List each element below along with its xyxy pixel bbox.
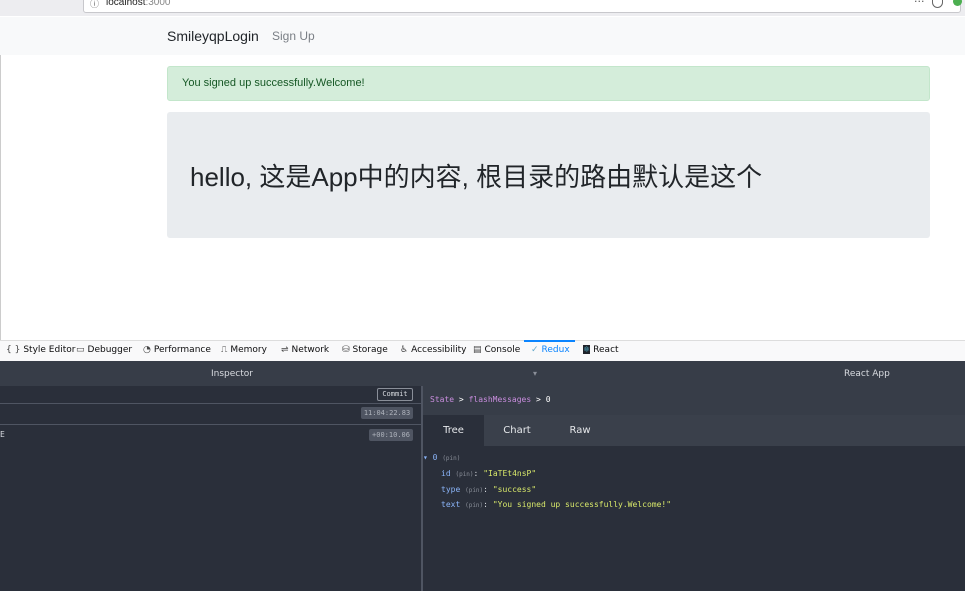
tab-performance[interactable]: ◔ Performance bbox=[143, 345, 211, 355]
tab-accessibility[interactable]: ♿ Accessibility bbox=[400, 345, 466, 355]
alert-message: You signed up successfully.Welcome! bbox=[182, 77, 365, 89]
redux-panel-header bbox=[0, 361, 965, 386]
storage-icon: ⛁ bbox=[342, 345, 350, 355]
inspector-title[interactable]: Inspector bbox=[211, 369, 253, 379]
breadcrumb: State > flashMessages > 0 bbox=[430, 395, 551, 404]
breadcrumb-state[interactable]: State bbox=[430, 395, 454, 404]
tab-debugger[interactable]: ▭ Debugger bbox=[76, 345, 132, 355]
network-icon: ⇌ bbox=[281, 345, 289, 355]
url-input[interactable] bbox=[83, 0, 961, 13]
more-icon[interactable]: ··· bbox=[914, 0, 925, 8]
expand-arrow-icon[interactable]: ▾ bbox=[423, 453, 428, 462]
tab-storage[interactable]: ⛁ Storage bbox=[342, 345, 388, 355]
action-time: 11:04:22.83 bbox=[361, 407, 413, 419]
tab-redux[interactable]: ✓ Redux bbox=[531, 345, 570, 355]
accessibility-icon: ♿ bbox=[400, 345, 409, 355]
info-icon[interactable]: ⓘ bbox=[90, 0, 99, 10]
action-item-name[interactable]: E bbox=[0, 430, 5, 439]
action-list bbox=[0, 386, 421, 591]
instance-selector[interactable]: React App bbox=[844, 369, 890, 379]
signup-link[interactable]: Sign Up bbox=[272, 29, 315, 43]
breadcrumb-index: 0 bbox=[545, 395, 551, 404]
tree-node-root[interactable]: ▾ 0 (pin) bbox=[423, 453, 460, 462]
performance-icon: ◔ bbox=[143, 345, 151, 355]
success-alert: You signed up successfully.Welcome! bbox=[167, 66, 930, 101]
tab-react[interactable]: ⚛ React bbox=[583, 345, 619, 355]
divider bbox=[0, 55, 1, 340]
jumbotron-heading: hello, 这是App中的内容, 根目录的路由默认是这个 bbox=[190, 162, 763, 192]
tree-node[interactable]: text (pin): "You signed up successfully.… bbox=[441, 500, 671, 509]
tree-node[interactable]: type (pin): "success" bbox=[441, 485, 536, 494]
tab-memory[interactable]: ⎍ Memory bbox=[221, 345, 267, 355]
navbar bbox=[0, 17, 965, 55]
url-text: localhost:3000 bbox=[106, 0, 171, 8]
jumbotron: hello, 这是App中的内容, 根目录的路由默认是这个 bbox=[167, 112, 930, 238]
react-icon: ⚛ bbox=[583, 345, 591, 354]
commit-button[interactable]: Commit bbox=[377, 388, 413, 401]
action-time: +00:10.06 bbox=[369, 429, 413, 441]
tab-raw[interactable]: Raw bbox=[556, 415, 604, 446]
redux-icon: ✓ bbox=[531, 345, 539, 355]
style-editor-icon: { } bbox=[6, 345, 21, 355]
active-tab-indicator bbox=[524, 340, 575, 342]
tab-chart[interactable]: Chart bbox=[492, 415, 542, 446]
tab-network[interactable]: ⇌ Network bbox=[281, 345, 329, 355]
console-icon: ▤ bbox=[473, 345, 482, 355]
memory-icon: ⎍ bbox=[221, 345, 228, 355]
breadcrumb-flashmessages[interactable]: flashMessages bbox=[469, 395, 532, 404]
chevron-down-icon[interactable]: ▾ bbox=[533, 369, 537, 378]
tab-tree[interactable]: Tree bbox=[423, 415, 484, 446]
list-divider bbox=[0, 403, 421, 404]
tab-style-editor[interactable]: { } Style Editor bbox=[6, 345, 75, 355]
brand-link[interactable]: SmileyqpLogin bbox=[167, 28, 259, 44]
list-divider bbox=[0, 424, 421, 425]
debugger-icon: ▭ bbox=[76, 345, 85, 355]
devtools-toolbar: { } Style Editor ▭ Debugger ◔ Performance ⎍… bbox=[0, 340, 965, 361]
tree-node[interactable]: id (pin): "IaTEt4nsP" bbox=[441, 469, 536, 478]
tab-console[interactable]: ▤ Console bbox=[473, 345, 520, 355]
